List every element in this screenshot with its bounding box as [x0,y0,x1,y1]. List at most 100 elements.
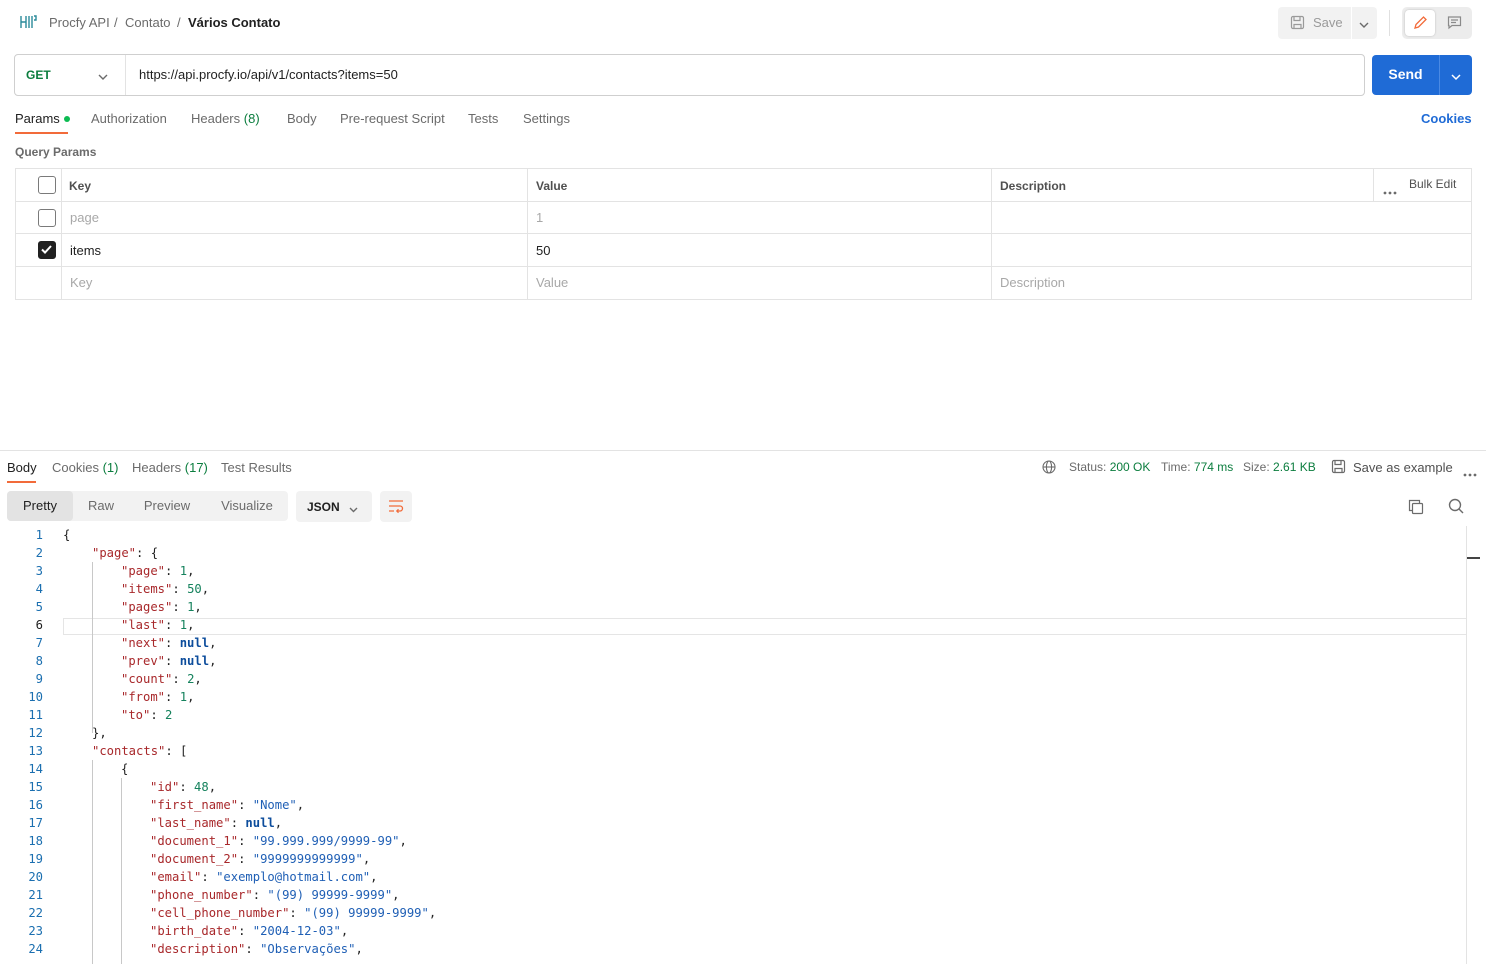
status-label: Status: [1069,460,1107,474]
response-tab-body[interactable]: Body [7,460,37,475]
edit-mode-button[interactable] [1405,10,1435,36]
line-number: 8 [35,654,43,668]
code-line: "phone_number": "(99) 99999-9999", [150,888,400,902]
code-line: "description": "Observações", [150,942,363,956]
line-number: 7 [35,636,43,650]
method-select[interactable]: GET [26,68,51,82]
save-button[interactable]: Save [1278,7,1377,39]
select-all-checkbox[interactable] [38,176,56,194]
wrap-lines-button[interactable] [380,491,412,522]
tab-params[interactable]: Params [15,111,70,126]
param-value[interactable]: 1 [536,210,543,225]
request-title[interactable]: Vários Contato [188,15,280,30]
line-number: 12 [28,726,43,740]
param-value[interactable]: 50 [536,243,550,258]
view-mode-group: Pretty Raw Preview Visualize [7,491,288,521]
code-line: "last_name": null, [150,816,283,830]
mode-toggle [1402,7,1472,39]
status-info[interactable]: Status: 200 OK [1069,460,1150,474]
column-header-description: Description [1000,179,1067,193]
code-line: "count": 2, [121,672,202,686]
line-number: 15 [28,780,43,794]
tab-authorization[interactable]: Authorization [91,111,167,126]
line-number: 21 [28,888,43,902]
line-number: 18 [28,834,43,848]
chevron-down-icon[interactable] [1358,18,1370,33]
view-visualize[interactable]: Visualize [209,491,285,521]
search-icon[interactable] [1448,498,1464,517]
save-as-example-button[interactable]: Save as example [1353,460,1453,475]
code-line: "items": 50, [121,582,210,596]
url-input[interactable]: https://api.procfy.io/api/v1/contacts?it… [139,67,398,82]
globe-icon[interactable] [1042,460,1056,477]
tab-tests[interactable]: Tests [468,111,498,126]
breadcrumb-separator: / [114,15,118,30]
new-description-input[interactable]: Description [1000,275,1065,290]
view-preview[interactable]: Preview [133,491,201,521]
scrollbar[interactable] [1466,526,1467,964]
view-pretty[interactable]: Pretty [7,491,73,521]
status-value: 200 OK [1109,460,1151,474]
response-tab-headers[interactable]: Headers (17) [132,460,208,475]
code-line: "prev": null, [121,654,217,668]
time-info[interactable]: Time: 774 ms [1161,460,1233,474]
copy-icon[interactable] [1408,499,1424,518]
tab-count: (8) [243,111,260,126]
response-body-editor[interactable]: 1 {2 "page": {3 "page": 1, 4 "items": 50, 5 "pa… [0,526,1466,964]
tab-label: Headers [191,111,241,126]
breadcrumb-separator: / [177,15,181,30]
save-label: Save [1313,15,1343,30]
response-tab-cookies[interactable]: Cookies (1) [52,460,118,475]
line-number: 9 [35,672,43,686]
breadcrumb-folder[interactable]: Contato [125,15,171,30]
query-params-title: Query Params [15,145,97,159]
code-line: { [63,528,71,542]
code-line: "from": 1, [121,690,195,704]
url-bar: GET https://api.procfy.io/api/v1/contact… [14,54,1365,96]
tab-headers[interactable]: Headers (8) [191,111,260,126]
view-raw[interactable]: Raw [77,491,125,521]
breadcrumb-collection[interactable]: Procfy API [49,15,110,30]
bulk-edit-button[interactable]: Bulk Edit [1409,177,1456,191]
column-header-value: Value [536,179,568,193]
edit-icon [1413,15,1428,33]
size-value: 2.61 KB [1273,460,1316,474]
row-checkbox[interactable] [38,209,56,227]
more-icon[interactable] [1383,183,1397,198]
row-checkbox-checked[interactable] [38,241,56,259]
size-info[interactable]: Size: 2.61 KB [1243,460,1316,474]
format-select[interactable]: JSON [296,491,372,522]
chevron-down-icon[interactable] [1450,70,1462,85]
tab-count: (1) [102,460,119,475]
param-key[interactable]: page [70,210,99,225]
code-line: "document_2": "9999999999999", [150,852,371,866]
code-line: "next": null, [121,636,217,650]
line-number: 24 [28,942,43,956]
code-line: "document_1": "99.999.999/9999-99", [150,834,407,848]
new-value-input[interactable]: Value [536,275,568,290]
tab-body[interactable]: Body [287,111,317,126]
tab-pre-request-script[interactable]: Pre-request Script [340,111,445,126]
tab-settings[interactable]: Settings [523,111,570,126]
comment-icon[interactable] [1447,15,1462,33]
line-number: 10 [28,690,43,704]
send-button[interactable]: Send [1372,55,1472,95]
tab-label: Headers [132,460,182,475]
line-number: 6 [35,618,43,632]
new-key-input[interactable]: Key [70,275,92,290]
cookies-link[interactable]: Cookies [1421,111,1472,126]
wrap-icon [388,499,404,517]
active-tab-indicator [15,132,68,134]
line-number: 19 [28,852,43,866]
response-tab-test-results[interactable]: Test Results [221,460,292,475]
response-divider[interactable] [0,450,1486,451]
time-label: Time: [1161,460,1191,474]
http-icon [19,13,37,34]
line-number: 1 [35,528,43,542]
column-header-key: Key [69,179,92,193]
line-number: 16 [28,798,43,812]
chevron-down-icon[interactable] [97,70,109,85]
size-label: Size: [1243,460,1270,474]
param-key[interactable]: items [70,243,101,258]
more-icon[interactable] [1463,465,1477,480]
